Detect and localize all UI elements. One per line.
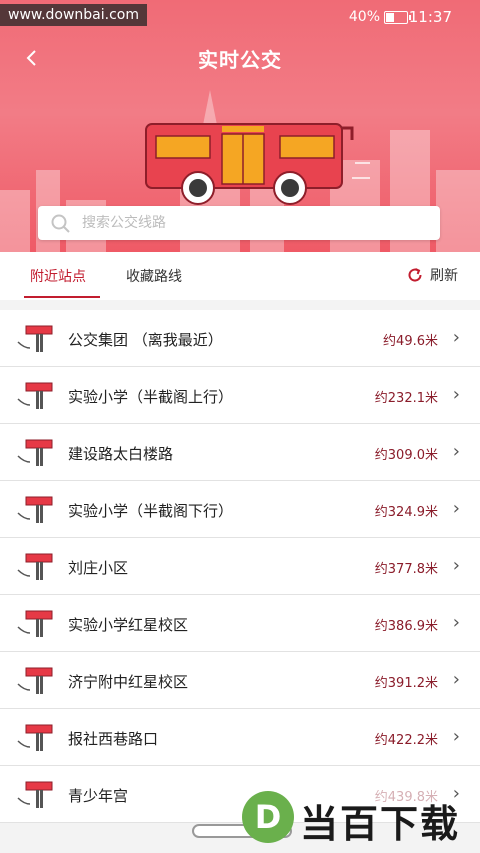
stop-name: 实验小学红星校区 — [68, 616, 189, 634]
refresh-label: 刷新 — [430, 268, 458, 284]
stop-distance: 约49.6米 — [383, 334, 438, 349]
bus-stop-icon — [17, 439, 53, 466]
bus-stop-icon — [17, 667, 53, 694]
list-item[interactable]: 实验小学红星校区 约386.9米 › — [0, 595, 480, 652]
stop-name: 青少年宫 — [68, 787, 129, 805]
bus-illustration — [145, 123, 370, 205]
list-item[interactable]: 建设路太白楼路 约309.0米 › — [0, 424, 480, 481]
bus-stop-icon — [17, 382, 53, 409]
stop-distance: 约391.2米 — [374, 676, 438, 691]
chevron-right-icon: › — [452, 498, 460, 519]
status-bar: www.downbai.com 40% 11:37 — [0, 0, 480, 34]
nearby-stop-list: 公交集团 （离我最近） 约49.6米 › 实验小学（半截阁上行） 约232.1米… — [0, 310, 480, 823]
bus-stop-icon — [17, 724, 53, 751]
chevron-right-icon: › — [452, 327, 460, 348]
stop-name: 实验小学（半截阁上行） — [68, 388, 234, 406]
tab-bar: 附近站点 收藏路线 刷新 — [0, 252, 480, 300]
tab-favorite-routes[interactable]: 收藏路线 — [126, 266, 182, 286]
chevron-right-icon: › — [452, 555, 460, 576]
stop-distance: 约422.2米 — [374, 733, 438, 748]
battery-icon — [384, 11, 411, 24]
page-title: 实时公交 — [198, 48, 282, 72]
list-item[interactable]: 实验小学（半截阁上行） 约232.1米 › — [0, 367, 480, 424]
stop-name: 建设路太白楼路 — [68, 445, 174, 463]
list-item[interactable]: 实验小学（半截阁下行） 约324.9米 › — [0, 481, 480, 538]
refresh-icon — [408, 268, 422, 282]
active-tab-indicator — [24, 296, 100, 298]
bus-stop-icon — [17, 781, 53, 808]
chevron-right-icon: › — [452, 441, 460, 462]
stop-distance: 约232.1米 — [374, 391, 438, 406]
stop-distance: 约324.9米 — [374, 505, 438, 520]
list-item[interactable]: 刘庄小区 约377.8米 › — [0, 538, 480, 595]
brand-logo-letter: D — [255, 798, 282, 836]
battery-percent: 40% — [348, 9, 380, 25]
chevron-right-icon: › — [452, 669, 460, 690]
bus-stop-icon — [17, 610, 53, 637]
chevron-right-icon: › — [452, 612, 460, 633]
search-input[interactable] — [82, 206, 422, 240]
list-item[interactable]: 报社西巷路口 约422.2米 › — [0, 709, 480, 766]
stop-name: 济宁附中红星校区 — [68, 673, 189, 691]
stop-name: 公交集团 （离我最近） — [68, 331, 223, 349]
chevron-right-icon: › — [452, 384, 460, 405]
bus-stop-icon — [17, 553, 53, 580]
refresh-button[interactable]: 刷新 — [406, 265, 458, 285]
clock: 11:37 — [408, 8, 452, 26]
bus-stop-icon — [17, 325, 53, 352]
stop-name: 报社西巷路口 — [68, 730, 159, 748]
list-item[interactable]: 济宁附中红星校区 约391.2米 › — [0, 652, 480, 709]
stop-distance: 约386.9米 — [374, 619, 438, 634]
search-bar[interactable] — [38, 206, 440, 240]
search-icon — [51, 214, 70, 233]
brand-watermark: D 当百下载 — [230, 781, 480, 853]
stop-distance: 约377.8米 — [374, 562, 438, 577]
stop-name: 实验小学（半截阁下行） — [68, 502, 234, 520]
header-banner: www.downbai.com 40% 11:37 实时公交 — [0, 0, 480, 252]
tab-nearby-stops[interactable]: 附近站点 — [30, 266, 86, 286]
list-item[interactable]: 公交集团 （离我最近） 约49.6米 › — [0, 310, 480, 367]
stop-name: 刘庄小区 — [68, 559, 129, 577]
brand-logo-icon: D — [242, 791, 294, 843]
watermark-text: www.downbai.com — [0, 4, 147, 26]
stop-distance: 约309.0米 — [374, 448, 438, 463]
chevron-right-icon: › — [452, 726, 460, 747]
brand-text: 当百下载 — [300, 802, 461, 846]
bus-stop-icon — [17, 496, 53, 523]
